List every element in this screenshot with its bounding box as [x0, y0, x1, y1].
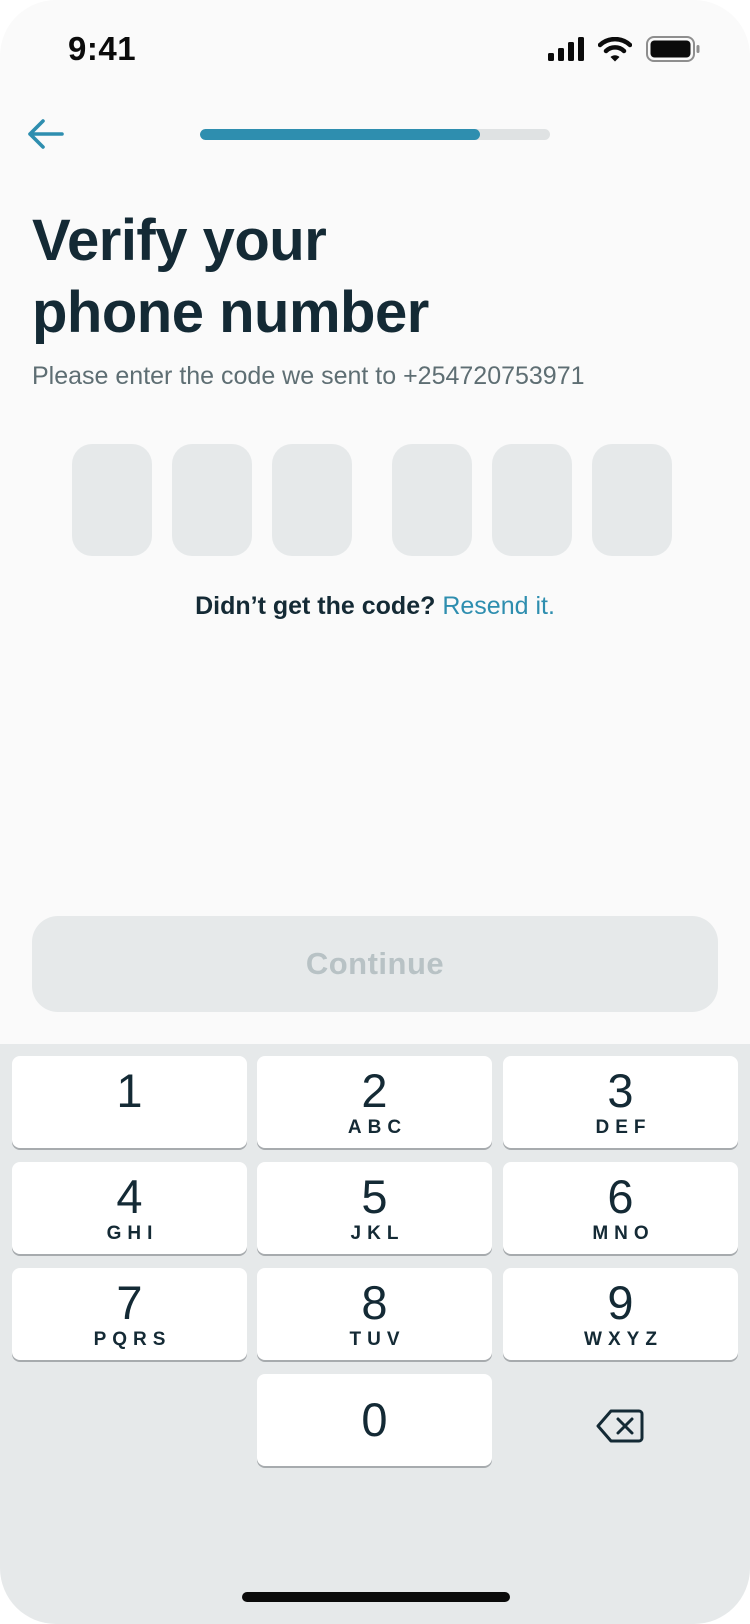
key-digit: 8 — [361, 1276, 388, 1329]
key-digit: 1 — [116, 1064, 143, 1117]
keypad-key-7[interactable]: 7 PQRS — [12, 1268, 247, 1360]
key-digit: 7 — [116, 1276, 143, 1329]
key-letters: JKL — [350, 1223, 405, 1244]
battery-icon — [646, 36, 700, 62]
keypad-key-0[interactable]: 0 — [257, 1374, 492, 1466]
code-digit-input[interactable] — [392, 444, 472, 556]
key-letters: GHI — [106, 1223, 159, 1244]
status-icons — [548, 36, 700, 62]
code-digit-input[interactable] — [272, 444, 352, 556]
backspace-icon — [596, 1409, 644, 1443]
title-line-1: Verify your — [32, 208, 327, 273]
key-digit: 2 — [361, 1064, 388, 1117]
key-letters: MNO — [592, 1223, 655, 1244]
key-letters: WXYZ — [584, 1329, 663, 1350]
page-title: Verify your phone number — [32, 205, 712, 349]
resend-prompt: Didn’t get the code? Resend it. — [0, 592, 750, 621]
keypad-key-3[interactable]: 3 DEF — [503, 1056, 738, 1148]
keypad-key-8[interactable]: 8 TUV — [257, 1268, 492, 1360]
keypad-key-9[interactable]: 9 WXYZ — [503, 1268, 738, 1360]
key-letters: DEF — [595, 1117, 652, 1138]
onboarding-progress-bar — [200, 129, 550, 140]
wifi-icon — [598, 36, 632, 61]
code-digit-input[interactable] — [592, 444, 672, 556]
keypad-key-2[interactable]: 2 ABC — [257, 1056, 492, 1148]
keypad-key-6[interactable]: 6 MNO — [503, 1162, 738, 1254]
key-digit: 6 — [607, 1170, 634, 1223]
keypad-key-4[interactable]: 4 GHI — [12, 1162, 247, 1254]
key-digit: 0 — [361, 1393, 388, 1446]
top-navigation — [0, 100, 750, 170]
status-bar: 9:41 — [0, 0, 750, 100]
numeric-keypad: 1 2 ABC 3 DEF 4 GHI 5 JKL 6 MNO 7 PQRS 8 — [0, 1044, 750, 1624]
code-digit-input[interactable] — [172, 444, 252, 556]
phone-screen: 9:41 Verify your phone number Please ent… — [0, 0, 750, 1624]
key-digit: 3 — [607, 1064, 634, 1117]
progress-bar-fill — [200, 129, 480, 140]
arrow-left-icon — [28, 119, 64, 149]
back-button[interactable] — [24, 112, 68, 156]
key-letters: TUV — [349, 1329, 406, 1350]
key-digit: 5 — [361, 1170, 388, 1223]
keypad-delete-key[interactable] — [580, 1396, 660, 1456]
key-digit: 9 — [607, 1276, 634, 1329]
status-time: 9:41 — [68, 30, 137, 67]
verification-code-input — [72, 444, 682, 556]
code-digit-input[interactable] — [492, 444, 572, 556]
keypad-key-1[interactable]: 1 — [12, 1056, 247, 1148]
page-subtitle: Please enter the code we sent to +254720… — [32, 362, 585, 390]
resend-question: Didn’t get the code? — [195, 592, 436, 620]
keypad-key-5[interactable]: 5 JKL — [257, 1162, 492, 1254]
resend-code-link[interactable]: Resend it. — [442, 592, 555, 620]
key-letters: PQRS — [93, 1329, 172, 1350]
cellular-signal-icon — [548, 37, 584, 61]
title-line-2: phone number — [32, 280, 429, 345]
home-indicator — [242, 1592, 510, 1602]
key-letters: ABC — [347, 1117, 408, 1138]
code-digit-input[interactable] — [72, 444, 152, 556]
key-digit: 4 — [116, 1170, 143, 1223]
continue-button[interactable]: Continue — [32, 916, 718, 1012]
